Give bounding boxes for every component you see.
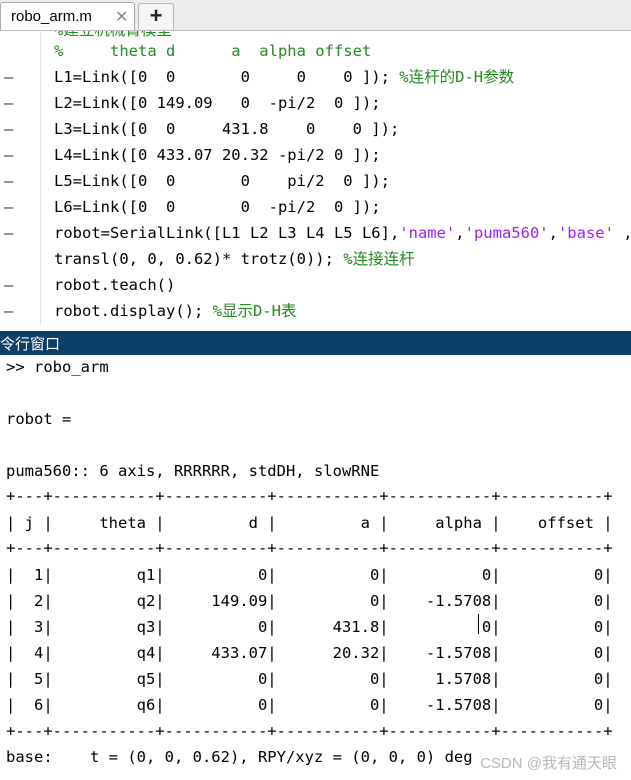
code-comment: % theta d a alpha offset: [54, 42, 372, 60]
code-line[interactable]: — L6=Link([0 0 0 -pi/2 0 ]);: [0, 194, 631, 220]
code-line[interactable]: — L2=Link([0 149.09 0 -pi/2 0 ]);: [0, 90, 631, 116]
code-text: robot.teach(): [54, 272, 175, 298]
breakpoint-marker[interactable]: —: [4, 142, 13, 168]
code-text: L4=Link([0 433.07 20.32 -pi/2 0 ]);: [54, 142, 381, 168]
base-transform-line: base: t = (0, 0, 0.62), RPY/xyz = (0, 0,…: [6, 748, 473, 766]
breakpoint-marker[interactable]: —: [4, 220, 13, 246]
table-row: | 1| q1| 0| 0| 0| 0|: [6, 566, 613, 584]
code-text: transl(0, 0, 0.62)* trotz(0)); %连接连杆: [54, 246, 415, 272]
code-line[interactable]: — robot=SerialLink([L1 L2 L3 L4 L5 L6],'n…: [0, 220, 631, 246]
command-window-title: 令行窗口: [0, 336, 61, 353]
robot-output-label: robot =: [6, 410, 72, 428]
breakpoint-marker[interactable]: —: [4, 90, 13, 116]
code-token: , ...: [614, 224, 631, 242]
code-text: L2=Link([0 149.09 0 -pi/2 0 ]);: [54, 90, 381, 116]
command-window[interactable]: >> robo_arm robot = puma560:: 6 axis, RR…: [0, 355, 631, 780]
code-token: L2=Link([0 149.09 0 -pi/2 0 ]);: [54, 94, 381, 112]
code-comment: %连接连杆: [343, 250, 415, 268]
code-text: robot.display(); %显示D-H表: [54, 298, 296, 324]
code-line[interactable]: — L4=Link([0 433.07 20.32 -pi/2 0 ]);: [0, 142, 631, 168]
table-rule-bottom: +---+-----------+-----------+-----------…: [6, 722, 613, 740]
code-token: L5=Link([0 0 0 pi/2 0 ]);: [54, 172, 390, 190]
code-comment: %显示D-H表: [212, 302, 297, 320]
code-editor[interactable]: %建立机械臂模型 % theta d a alpha offset—L1=Lin…: [0, 31, 631, 325]
code-token: robot=SerialLink([L1 L2 L3 L4 L5 L6],: [54, 224, 400, 242]
breakpoint-marker[interactable]: —: [4, 298, 13, 324]
table-row: | 4| q4| 433.07| 20.32| -1.5708| 0|: [6, 644, 613, 662]
code-line[interactable]: — L5=Link([0 0 0 pi/2 0 ]);: [0, 168, 631, 194]
tab-title: robo_arm.m: [11, 8, 92, 25]
robot-summary: puma560:: 6 axis, RRRRRR, stdDH, slowRNE: [6, 462, 380, 480]
code-line[interactable]: transl(0, 0, 0.62)* trotz(0)); %连接连杆: [0, 246, 631, 272]
code-text: L5=Link([0 0 0 pi/2 0 ]);: [54, 168, 390, 194]
breakpoint-marker[interactable]: —: [4, 272, 13, 298]
table-row: | 6| q6| 0| 0| -1.5708| 0|: [6, 696, 613, 714]
code-text: L1=Link([0 0 0 0 0 ]); %连杆的D-H参数: [54, 64, 514, 90]
code-line[interactable]: % theta d a alpha offset: [0, 38, 631, 64]
code-text: % theta d a alpha offset: [54, 38, 371, 64]
code-token: ,: [548, 224, 558, 242]
command-window-header: 令行窗口: [0, 331, 631, 355]
code-token: L1=Link([0 0 0 0 0 ]);: [54, 68, 400, 86]
code-text: L3=Link([0 0 431.8 0 0 ]);: [54, 116, 399, 142]
add-tab-button[interactable]: +: [138, 3, 174, 29]
code-text: robot=SerialLink([L1 L2 L3 L4 L5 L6],'na…: [54, 220, 631, 246]
code-comment: %连杆的D-H参数: [399, 68, 515, 86]
breakpoint-marker[interactable]: —: [4, 64, 13, 90]
table-header: | j | theta | d | a | alpha | offset |: [6, 514, 613, 532]
table-rule-top: +---+-----------+-----------+-----------…: [6, 487, 613, 505]
table-rule-mid: +---+-----------+-----------+-----------…: [6, 539, 613, 557]
code-line[interactable]: — robot.display(); %显示D-H表: [0, 298, 631, 324]
code-token: robot.teach(): [54, 276, 176, 294]
close-icon[interactable]: ✕: [115, 7, 128, 27]
code-token: transl(0, 0, 0.62)* trotz(0));: [54, 250, 344, 268]
editor-tab-bar: robo_arm.m ✕ +: [0, 0, 631, 31]
breakpoint-marker[interactable]: —: [4, 116, 13, 142]
code-token: L4=Link([0 433.07 20.32 -pi/2 0 ]);: [54, 146, 381, 164]
breakpoint-marker[interactable]: —: [4, 168, 13, 194]
code-string: 'name': [399, 224, 456, 242]
code-string: 'puma560': [464, 224, 549, 242]
code-line[interactable]: — L1=Link([0 0 0 0 0 ]); %连杆的D-H参数: [0, 64, 631, 90]
prompt-line: >> robo_arm: [6, 358, 109, 376]
code-token: robot.display();: [54, 302, 213, 320]
table-row: | 2| q2| 149.09| 0| -1.5708| 0|: [6, 592, 613, 610]
code-token: L6=Link([0 0 0 -pi/2 0 ]);: [54, 198, 381, 216]
code-token: ,: [455, 224, 465, 242]
text-cursor: [478, 614, 479, 634]
code-line[interactable]: — robot.teach(): [0, 272, 631, 298]
code-text: L6=Link([0 0 0 -pi/2 0 ]);: [54, 194, 381, 220]
table-row: | 3| q3| 0| 431.8| 0| 0|: [6, 618, 613, 636]
breakpoint-marker[interactable]: —: [4, 194, 13, 220]
table-row: | 5| q5| 0| 0| 1.5708| 0|: [6, 670, 613, 688]
code-line[interactable]: — L3=Link([0 0 431.8 0 0 ]);: [0, 116, 631, 142]
watermark: CSDN @我有通天眼: [480, 755, 617, 772]
code-string: 'base': [557, 224, 614, 242]
tab-robo-arm[interactable]: robo_arm.m ✕: [0, 2, 135, 30]
code-token: L3=Link([0 0 431.8 0 0 ]);: [54, 120, 400, 138]
